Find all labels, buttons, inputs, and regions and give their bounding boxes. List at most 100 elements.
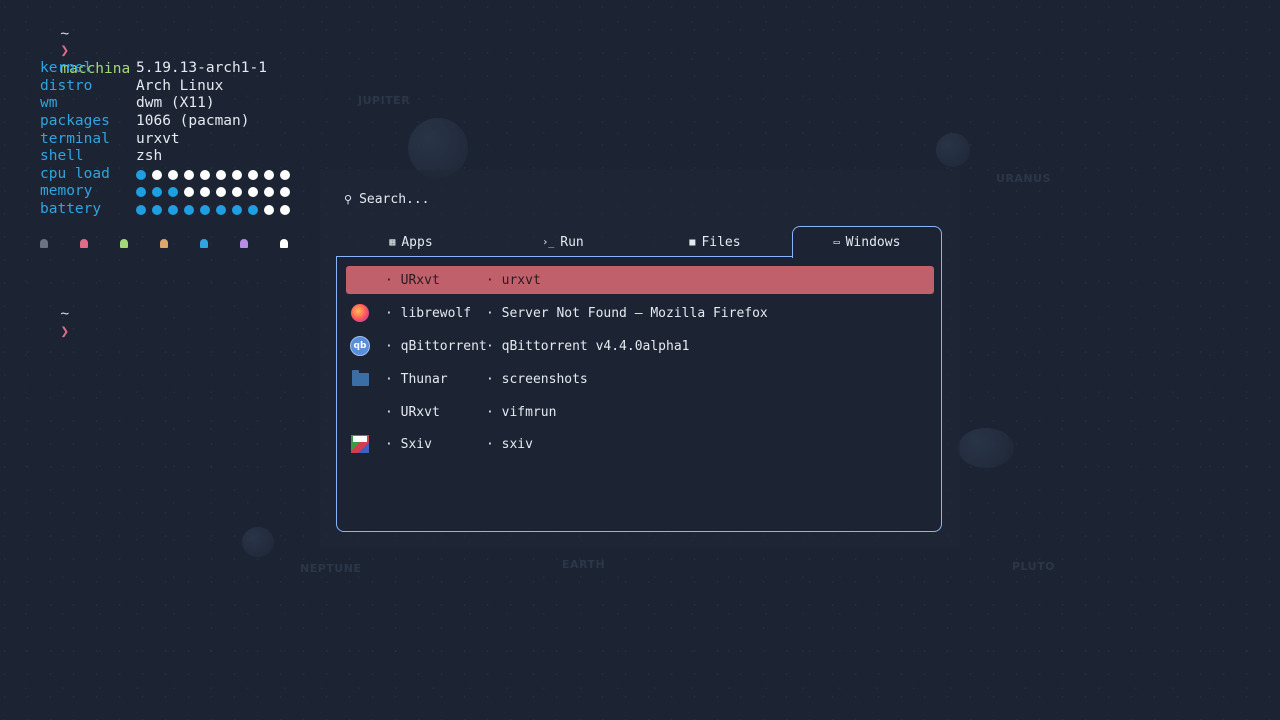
bar-dot: [232, 204, 242, 215]
ghost-icon: [120, 239, 128, 249]
info-key: terminal: [40, 130, 110, 147]
planet-jupiter: [408, 118, 468, 178]
bar-dot: [152, 169, 162, 180]
tab-label: Run: [560, 234, 584, 250]
info-value: urxvt: [136, 130, 180, 147]
bar-dot: [168, 204, 178, 215]
grid-icon: ▦: [389, 236, 396, 248]
bar-dot: [136, 187, 146, 198]
empty-icon: [350, 402, 370, 422]
window-class: · qBittorrent: [385, 338, 487, 354]
terminal-output: ~ ❯ macchina kernel 5.19.13-arch1-1 dist…: [8, 8, 320, 340]
tab-label: Windows: [845, 235, 901, 250]
planet-neptune: [242, 527, 274, 557]
tab-windows[interactable]: ▭ Windows: [792, 226, 942, 258]
bar-dot: [200, 187, 210, 198]
qbittorrent-icon-text: qb: [350, 336, 370, 356]
tab-files[interactable]: ■ Files: [642, 228, 788, 256]
bar-dot: [152, 204, 162, 215]
wallpaper-label-pluto: PLUTO: [1012, 560, 1055, 573]
info-row-cpu-load: cpu load: [40, 166, 320, 184]
info-key: packages: [40, 112, 110, 129]
bar-dot: [136, 169, 146, 180]
info-row-battery: battery: [40, 201, 320, 219]
prompt-cwd-2: ~: [8, 289, 320, 322]
ghost-icon: [80, 239, 88, 249]
bar-dot: [232, 169, 242, 180]
bar-dot: [280, 169, 290, 180]
info-key: shell: [40, 148, 84, 165]
info-key: kernel: [40, 60, 93, 77]
info-row-wm: wm dwm (X11): [40, 95, 320, 113]
folder-icon: [350, 369, 370, 389]
search-icon: ⚲: [344, 193, 353, 206]
planet-saturn: [958, 428, 1014, 468]
bar-dot: [216, 187, 226, 198]
bar-dot: [248, 169, 258, 180]
prompt-chevron-icon: ❯: [60, 323, 70, 340]
info-row-kernel: kernel 5.19.13-arch1-1: [40, 60, 320, 78]
windows-list: [336, 256, 942, 532]
bar-dot: [216, 204, 226, 215]
bar-dot: [152, 187, 162, 198]
list-item[interactable]: · Thunar · screenshots: [346, 365, 934, 393]
ghost-icon: [280, 239, 288, 249]
list-item[interactable]: · URxvt · urxvt: [346, 266, 934, 294]
info-row-terminal: terminal urxvt: [40, 131, 320, 149]
info-value: dwm (X11): [136, 95, 215, 112]
info-value: Arch Linux: [136, 77, 224, 94]
window-class: · Sxiv: [385, 436, 432, 452]
window-title: · sxiv: [486, 436, 533, 452]
wallpaper-label-earth: EARTH: [562, 558, 606, 571]
tab-run[interactable]: ›_ Run: [490, 228, 636, 256]
list-item[interactable]: · librewolf · Server Not Found — Mozilla…: [346, 299, 934, 327]
prompt-chevron-icon: ❯: [60, 43, 70, 60]
ghost-icon: [40, 239, 48, 249]
bar-dot: [264, 187, 274, 198]
bar-dot: [216, 169, 226, 180]
wallpaper-label-uranus: URANUS: [996, 172, 1051, 185]
window-title: · urxvt: [486, 272, 541, 288]
window-title: · screenshots: [486, 371, 588, 387]
bar-dot: [248, 204, 258, 215]
firefox-icon: [350, 303, 370, 323]
search-input[interactable]: ⚲ Search...: [344, 192, 430, 207]
info-value: 1066 (pacman): [136, 112, 250, 129]
bar-dot: [168, 169, 178, 180]
window-class: · librewolf: [385, 305, 472, 321]
info-value: 5.19.13-arch1-1: [136, 60, 267, 77]
tab-apps[interactable]: ▦ Apps: [338, 228, 484, 256]
bar-dot: [280, 187, 290, 198]
wallpaper-label-jupiter: JUPITER: [358, 94, 411, 107]
planet-uranus: [936, 133, 970, 167]
wallpaper-label-neptune: NEPTUNE: [300, 562, 362, 575]
ghost-icon: [200, 239, 208, 249]
window-title: · qBittorrent v4.4.0alpha1: [486, 338, 690, 354]
bar-dot: [280, 204, 290, 215]
tab-label: Files: [701, 234, 741, 250]
color-palette-ghosts: [40, 235, 320, 253]
desktop: JUPITER URANUS NEPTUNE EARTH PLUTO ~ ❯ m…: [0, 0, 1280, 720]
folder-icon: ■: [689, 236, 696, 248]
info-key: cpu load: [40, 165, 110, 182]
bar-dot: [200, 169, 210, 180]
list-item[interactable]: · Sxiv · sxiv: [346, 430, 934, 458]
list-item[interactable]: · URxvt · vifmrun: [346, 398, 934, 426]
system-info-table: kernel 5.19.13-arch1-1 distro Arch Linux…: [40, 60, 320, 218]
bar-dot: [136, 204, 146, 215]
bar-dot: [264, 169, 274, 180]
prompt-tilde: ~: [60, 306, 70, 323]
info-row-packages: packages 1066 (pacman): [40, 113, 320, 131]
list-item[interactable]: qb · qBittorrent · qBittorrent v4.4.0alp…: [346, 332, 934, 360]
info-row-memory: memory: [40, 183, 320, 201]
window-class: · URxvt: [385, 404, 440, 420]
bar-dot: [168, 187, 178, 198]
bar-dot: [264, 204, 274, 215]
ghost-icon: [240, 239, 248, 249]
battery-bar: [136, 201, 290, 219]
info-row-distro: distro Arch Linux: [40, 78, 320, 96]
info-value: zsh: [136, 148, 163, 165]
cpu-load-bar: [136, 166, 290, 184]
info-key: memory: [40, 183, 93, 200]
window-icon: ▭: [833, 237, 840, 248]
